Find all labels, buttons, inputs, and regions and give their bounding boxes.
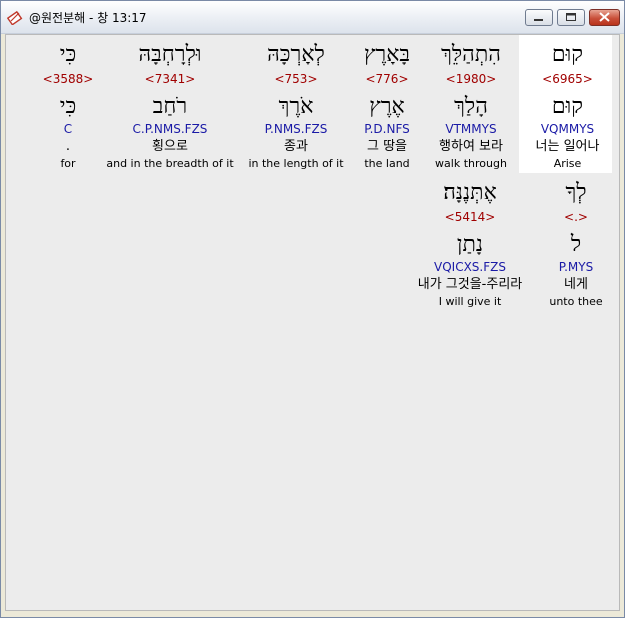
window-title: @원전분해 - 창 13:17	[29, 11, 147, 25]
korean-gloss: 횡으로	[152, 139, 188, 154]
hebrew-word: הִתְהַלֵּךְ	[441, 42, 501, 67]
morphology: VQICXS.FZS	[434, 260, 506, 274]
minimize-button[interactable]	[525, 9, 553, 26]
morphology: C.P.NMS.FZS	[132, 122, 208, 136]
korean-gloss: 너는 일어나	[535, 139, 600, 154]
korean-gloss: 그 땅을	[366, 139, 407, 154]
parsing-view[interactable]: קוּם <6965> קוּם VQMMYS 너는 일어나 Arise הִת…	[5, 34, 620, 611]
lemma: הָלַךְ	[454, 94, 488, 119]
word-cell-the-land[interactable]: בָּאָרֶץ <776> אֶרֶץ P.D.NFS 그 땅을 the la…	[351, 41, 423, 172]
strong-number[interactable]: <753>	[244, 71, 348, 87]
korean-gloss: 네게	[564, 277, 588, 292]
maximize-button[interactable]	[557, 9, 585, 26]
lemma: אֹרֶךְ	[278, 94, 314, 119]
lemma: כִּי	[59, 94, 77, 119]
korean-gloss: 행하여 보라	[439, 139, 503, 154]
app-window: @원전분해 - 창 13:17 קוּם <6965> קוּם VQMMYS …	[0, 0, 625, 618]
close-button[interactable]	[589, 9, 620, 26]
hebrew-word: קוּם	[551, 42, 584, 67]
lemma: רֹחַב	[152, 94, 188, 119]
morphology: VTMMYS	[445, 122, 497, 136]
morphology: C	[63, 122, 73, 136]
hebrew-word: לְאָרְכָּהּ	[267, 42, 325, 67]
word-cell-for[interactable]: כִּי <3588> כִּי C . for	[40, 41, 96, 172]
english-gloss: I will give it	[438, 295, 502, 308]
word-cell-arise[interactable]: קוּם <6965> קוּם VQMMYS 너는 일어나 Arise	[525, 41, 610, 172]
word-cell-length[interactable]: לְאָרְכָּהּ <753> אֹרֶךְ P.NMS.FZS 종과 in…	[244, 41, 348, 172]
english-gloss: for	[60, 157, 76, 170]
hebrew-word: כִּי	[59, 42, 77, 67]
maximize-icon	[566, 13, 576, 21]
close-icon	[599, 12, 610, 22]
lemma: נָתַן	[456, 232, 484, 257]
morphology: P.NMS.FZS	[264, 122, 328, 136]
lemma: אֶרֶץ	[369, 94, 405, 119]
strong-number[interactable]: <5414>	[403, 209, 537, 225]
word-cell-unto-thee[interactable]: לְךָ <.> ל P.MYS 네게 unto thee	[541, 179, 611, 310]
morphology: VQMMYS	[540, 122, 595, 136]
word-cell-breadth[interactable]: וּלְרָחְבָּהּ <7341> רֹחַב C.P.NMS.FZS 횡…	[102, 41, 238, 172]
hebrew-word: וּלְרָחְבָּהּ	[138, 42, 202, 67]
hebrew-word: אֶתְּנֶנָּה׃	[443, 180, 497, 205]
english-gloss: walk through	[435, 157, 507, 170]
hebrew-word: בָּאָרֶץ	[363, 42, 411, 67]
strong-number[interactable]: <776>	[351, 71, 423, 87]
word-cell-give-it[interactable]: אֶתְּנֶנָּה׃ <5414> נָתַן VQICXS.FZS 내가 …	[403, 179, 537, 310]
strong-number[interactable]: <3588>	[40, 71, 96, 87]
english-gloss: Arise	[553, 157, 582, 170]
title-bar[interactable]: @원전분해 - 창 13:17	[1, 1, 624, 34]
app-icon	[7, 10, 23, 25]
morphology: P.D.NFS	[364, 122, 410, 136]
word-cell-walk-through[interactable]: הִתְהַלֵּךְ <1980> הָלַךְ VTMMYS 행하여 보라 …	[426, 41, 516, 172]
strong-number[interactable]: <7341>	[102, 71, 238, 87]
strong-number[interactable]: <1980>	[426, 71, 516, 87]
strong-number[interactable]: <.>	[541, 209, 611, 225]
morphology: P.MYS	[558, 260, 594, 274]
korean-gloss: .	[65, 139, 71, 154]
english-gloss: and in the breadth of it	[106, 157, 234, 170]
english-gloss: in the length of it	[248, 157, 344, 170]
lemma: ל	[570, 232, 582, 257]
hebrew-word: לְךָ	[565, 180, 587, 205]
lemma: קוּם	[551, 94, 584, 119]
english-gloss: the land	[364, 157, 410, 170]
korean-gloss: 종과	[284, 139, 308, 154]
minimize-icon	[534, 19, 543, 21]
korean-gloss: 내가 그것을-주리라	[417, 277, 523, 292]
strong-number[interactable]: <6965>	[525, 71, 610, 87]
english-gloss: unto thee	[549, 295, 603, 308]
